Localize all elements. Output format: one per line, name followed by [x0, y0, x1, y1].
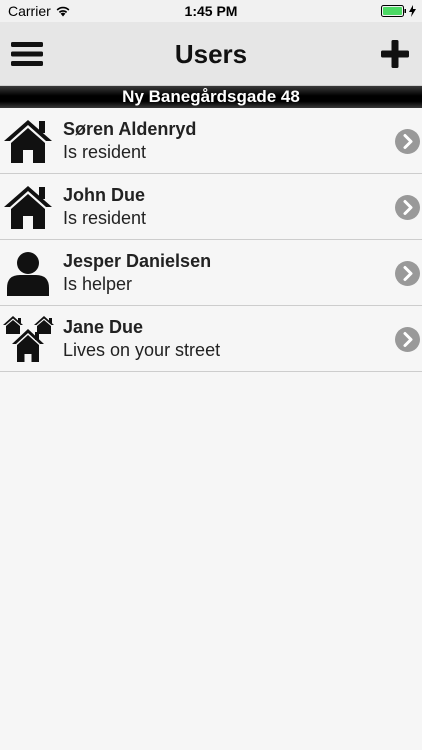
user-status: Is resident — [63, 208, 147, 228]
chevron-right-icon — [395, 261, 420, 286]
charging-bolt-icon — [409, 5, 416, 17]
add-user-button[interactable] — [380, 39, 410, 69]
chevron-right-icon — [395, 327, 420, 352]
plus-icon — [381, 40, 409, 68]
user-name: Jane Due — [63, 317, 144, 337]
navigation-bar: Users — [0, 22, 422, 86]
user-row[interactable]: Jane Due Lives on your street — [0, 306, 422, 372]
user-row[interactable]: Jesper Danielsen Is helper — [0, 240, 422, 306]
chevron-right-icon — [395, 195, 420, 220]
user-status: Is resident — [63, 142, 147, 162]
battery-icon — [381, 5, 406, 17]
battery-indicator — [381, 5, 416, 17]
address-header: Ny Banegårdsgade 48 — [0, 86, 422, 108]
user-status: Lives on your street — [63, 340, 221, 360]
user-name: Jesper Danielsen — [63, 251, 212, 271]
user-name: John Due — [63, 185, 146, 205]
page-title: Users — [174, 39, 248, 69]
user-row[interactable]: Søren Aldenryd Is resident — [0, 108, 422, 174]
status-time: 1:45 PM — [184, 3, 238, 19]
house-icon — [4, 120, 52, 163]
status-bar: Carrier 1:45 PM — [0, 0, 422, 22]
person-icon — [7, 252, 49, 296]
user-name: Søren Aldenryd — [63, 119, 197, 139]
users-list: Søren Aldenryd Is resident John Due Is r… — [0, 108, 422, 372]
user-status: Is helper — [63, 274, 133, 294]
user-row[interactable]: John Due Is resident — [0, 174, 422, 240]
house-icon — [4, 186, 52, 229]
street-houses-icon — [3, 316, 54, 362]
chevron-right-icon — [395, 129, 420, 154]
